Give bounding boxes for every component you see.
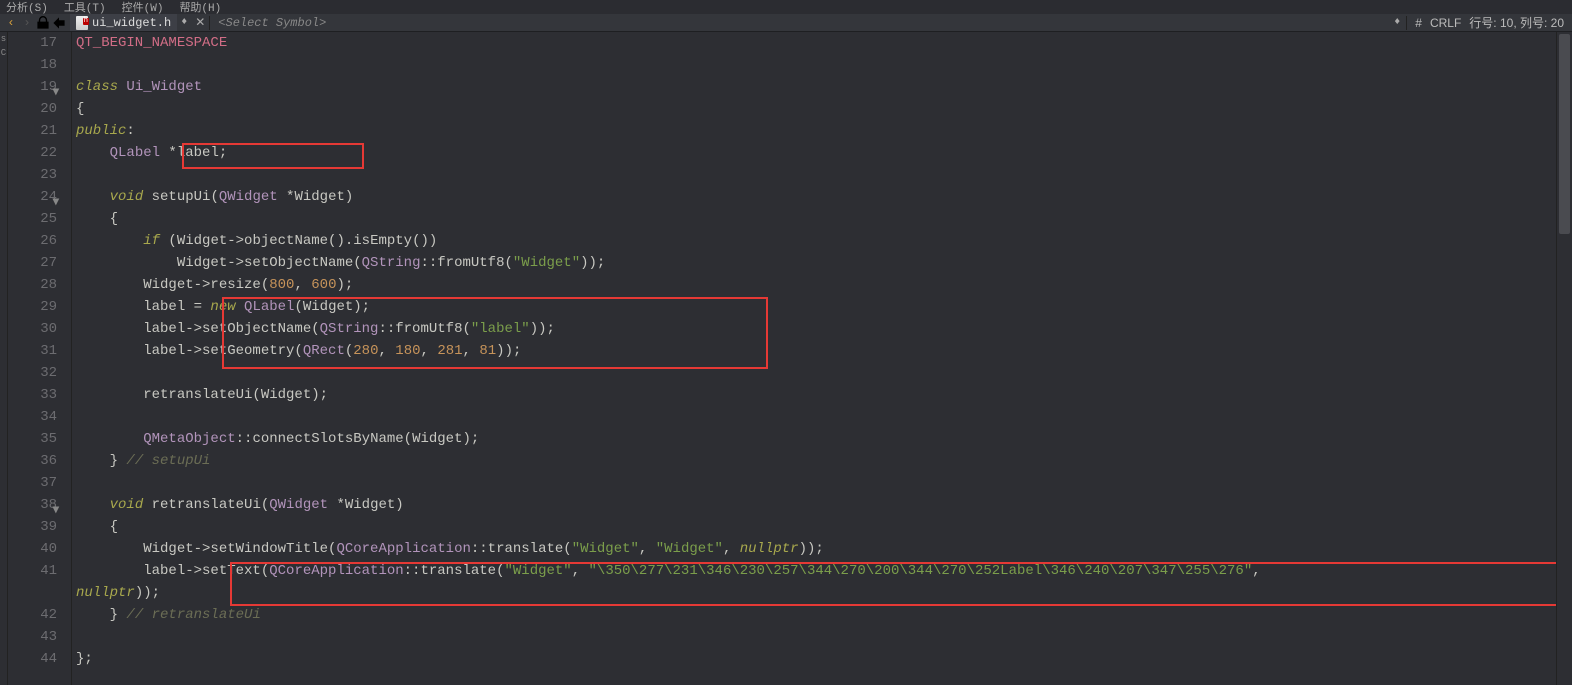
line-number[interactable]: 32 <box>8 362 57 384</box>
menubar: 分析(S) 工具(T) 控件(W) 帮助(H) <box>0 0 1572 14</box>
code-line[interactable] <box>72 406 1572 428</box>
line-number[interactable]: 33 <box>8 384 57 406</box>
menu-item[interactable]: 控件(W) <box>122 0 164 15</box>
fold-icon[interactable]: ▶ <box>45 199 67 206</box>
line-number[interactable]: 44 <box>8 648 57 670</box>
symbol-dropdown-icon[interactable]: ♦ <box>1388 17 1406 28</box>
line-number[interactable]: 34 <box>8 406 57 428</box>
line-number[interactable]: 29 <box>8 296 57 318</box>
line-ending-label[interactable]: CRLF <box>1430 16 1461 30</box>
menu-item[interactable]: 帮助(H) <box>179 0 221 15</box>
line-number[interactable]: 22 <box>8 142 57 164</box>
cursor-position-label[interactable]: 行号: 10, 列号: 20 <box>1469 14 1564 31</box>
tab-close-icon[interactable]: ✕ <box>191 15 209 30</box>
code-line[interactable]: label = new QLabel(Widget); <box>72 296 1572 318</box>
symbol-selector-label: <Select Symbol> <box>218 16 326 30</box>
status-bar: # CRLF 行号: 10, 列号: 20 <box>1407 14 1572 31</box>
fold-icon[interactable]: ▶ <box>45 507 67 514</box>
code-area[interactable]: QT_BEGIN_NAMESPACEclass Ui_Widget{public… <box>72 32 1572 685</box>
line-number[interactable]: 30 <box>8 318 57 340</box>
tabbar: ‹ › ui_widget.h ♦ ✕ <Select Symbol> ♦ # … <box>0 14 1572 32</box>
code-line[interactable]: QLabel *label; <box>72 142 1572 164</box>
code-line[interactable]: { <box>72 98 1572 120</box>
line-number[interactable]: 24▶ <box>8 186 57 208</box>
code-line[interactable]: public: <box>72 120 1572 142</box>
menu-item[interactable]: 分析(S) <box>6 0 48 15</box>
editor-body: sC 171819▶2021222324▶2526272829303132333… <box>0 32 1572 685</box>
nav-forward-icon[interactable]: › <box>20 16 34 30</box>
pound-icon[interactable]: # <box>1415 16 1422 30</box>
nav-back-icon[interactable]: ‹ <box>4 16 18 30</box>
line-number[interactable]: 35 <box>8 428 57 450</box>
code-line[interactable]: void setupUi(QWidget *Widget) <box>72 186 1572 208</box>
line-number[interactable]: 28 <box>8 274 57 296</box>
line-number[interactable]: 37 <box>8 472 57 494</box>
code-line[interactable] <box>72 626 1572 648</box>
lock-icon[interactable] <box>36 16 50 30</box>
code-line[interactable]: Widget->setObjectName(QString::fromUtf8(… <box>72 252 1572 274</box>
line-number[interactable]: 31 <box>8 340 57 362</box>
code-line[interactable]: if (Widget->objectName().isEmpty()) <box>72 230 1572 252</box>
code-line[interactable]: { <box>72 208 1572 230</box>
line-number[interactable]: 39 <box>8 516 57 538</box>
code-line[interactable] <box>72 362 1572 384</box>
line-number[interactable]: 18 <box>8 54 57 76</box>
code-line[interactable]: label->setText(QCoreApplication::transla… <box>72 560 1572 582</box>
line-number-gutter[interactable]: 171819▶2021222324▶2526272829303132333435… <box>8 32 72 685</box>
file-tab-label: ui_widget.h <box>92 16 171 30</box>
header-file-icon <box>76 16 88 30</box>
line-number[interactable]: 17 <box>8 32 57 54</box>
menu-item[interactable]: 工具(T) <box>64 0 106 15</box>
editor-root: 分析(S) 工具(T) 控件(W) 帮助(H) ‹ › ui_widget.h … <box>0 0 1572 685</box>
vertical-scrollbar[interactable] <box>1556 32 1572 685</box>
go-icon[interactable] <box>52 16 66 30</box>
line-number[interactable]: 43 <box>8 626 57 648</box>
line-number[interactable]: 23 <box>8 164 57 186</box>
line-number[interactable]: 20 <box>8 98 57 120</box>
line-number[interactable]: 38▶ <box>8 494 57 516</box>
line-number[interactable]: 41 <box>8 560 57 582</box>
nav-group: ‹ › <box>0 16 70 30</box>
code-line[interactable] <box>72 164 1572 186</box>
line-number-wrap <box>8 582 57 604</box>
line-number[interactable]: 21 <box>8 120 57 142</box>
code-line[interactable]: Widget->resize(800, 600); <box>72 274 1572 296</box>
file-tab[interactable]: ui_widget.h <box>70 14 177 31</box>
line-number[interactable]: 42 <box>8 604 57 626</box>
code-line[interactable]: class Ui_Widget <box>72 76 1572 98</box>
code-line[interactable]: QT_BEGIN_NAMESPACE <box>72 32 1572 54</box>
tab-dropdown-icon[interactable]: ♦ <box>177 17 191 28</box>
code-line[interactable]: void retranslateUi(QWidget *Widget) <box>72 494 1572 516</box>
left-panel-strip[interactable]: sC <box>0 32 8 685</box>
code-line[interactable]: label->setGeometry(QRect(280, 180, 281, … <box>72 340 1572 362</box>
line-number[interactable]: 26 <box>8 230 57 252</box>
fold-icon[interactable]: ▶ <box>45 89 67 96</box>
scroll-thumb[interactable] <box>1559 34 1570 234</box>
line-number[interactable]: 19▶ <box>8 76 57 98</box>
code-line[interactable]: }; <box>72 648 1572 670</box>
code-line[interactable] <box>72 472 1572 494</box>
line-number[interactable]: 25 <box>8 208 57 230</box>
code-line[interactable]: nullptr)); <box>72 582 1572 604</box>
line-number[interactable]: 27 <box>8 252 57 274</box>
code-line[interactable]: retranslateUi(Widget); <box>72 384 1572 406</box>
line-number[interactable]: 40 <box>8 538 57 560</box>
symbol-selector[interactable]: <Select Symbol> <box>210 16 1388 30</box>
code-line[interactable] <box>72 54 1572 76</box>
code-line[interactable]: QMetaObject::connectSlotsByName(Widget); <box>72 428 1572 450</box>
code-line[interactable]: } // setupUi <box>72 450 1572 472</box>
line-number[interactable]: 36 <box>8 450 57 472</box>
code-line[interactable]: } // retranslateUi <box>72 604 1572 626</box>
code-line[interactable]: label->setObjectName(QString::fromUtf8("… <box>72 318 1572 340</box>
code-line[interactable]: { <box>72 516 1572 538</box>
code-line[interactable]: Widget->setWindowTitle(QCoreApplication:… <box>72 538 1572 560</box>
